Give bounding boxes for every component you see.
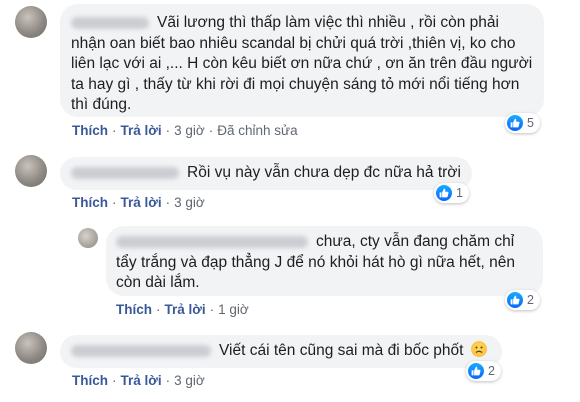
reaction-count: 2 [527,293,534,307]
like-link[interactable]: Thích [72,195,108,210]
comment-actions: Thích · Trả lời · 3 giờ [72,373,205,388]
avatar[interactable] [15,6,47,38]
reaction-count: 2 [488,364,495,378]
reply-link[interactable]: Trả lời [165,302,206,317]
reaction-count-badge[interactable]: 1 [434,183,469,203]
comment-text: Vãi lương thì thấp làm việc thì nhiều , … [71,14,533,113]
author-name[interactable] [71,16,149,29]
timestamp[interactable]: 3 giờ [174,195,205,210]
like-link[interactable]: Thích [72,373,108,388]
reaction-count-badge[interactable]: 2 [505,290,540,310]
author-name[interactable] [71,166,179,179]
author-name[interactable] [71,344,211,357]
reply-link[interactable]: Trả lời [121,373,162,388]
avatar[interactable] [15,155,47,187]
timestamp[interactable]: 3 giờ [174,373,205,388]
edited-label[interactable]: Đã chỉnh sửa [217,123,297,138]
avatar[interactable] [78,228,98,248]
reply-link[interactable]: Trả lời [121,195,162,210]
comment-actions: Thích · Trả lời · 1 giờ [116,302,249,317]
avatar[interactable] [15,332,47,364]
comment-text: Viết cái tên cũng sai mà đi bốc phốt [71,341,487,362]
reaction-count-badge[interactable]: 5 [505,113,540,133]
reaction-count: 1 [456,186,463,200]
like-link[interactable]: Thích [72,123,108,138]
like-icon [507,115,523,131]
reaction-count: 5 [527,116,534,130]
author-name[interactable] [116,235,308,248]
like-icon [468,363,484,379]
like-icon [436,185,452,201]
sad-face-emoji [470,341,487,357]
comment-text: chưa, cty vẫn đang chăm chỉ tẩy trắng và… [116,233,516,291]
comment-actions: Thích · Trả lời · 3 giờ [72,195,205,210]
timestamp[interactable]: 3 giờ [174,123,205,138]
like-link[interactable]: Thích [116,302,152,317]
comment-actions: Thích · Trả lời · 3 giờ · Đã chỉnh sửa [72,123,298,138]
reaction-count-badge[interactable]: 2 [466,361,501,381]
reply-link[interactable]: Trả lời [121,123,162,138]
like-icon [507,292,523,308]
comment-text: Rồi vụ này vẫn chưa dẹp đc nữa hả trời [71,163,461,184]
timestamp[interactable]: 1 giờ [218,302,249,317]
